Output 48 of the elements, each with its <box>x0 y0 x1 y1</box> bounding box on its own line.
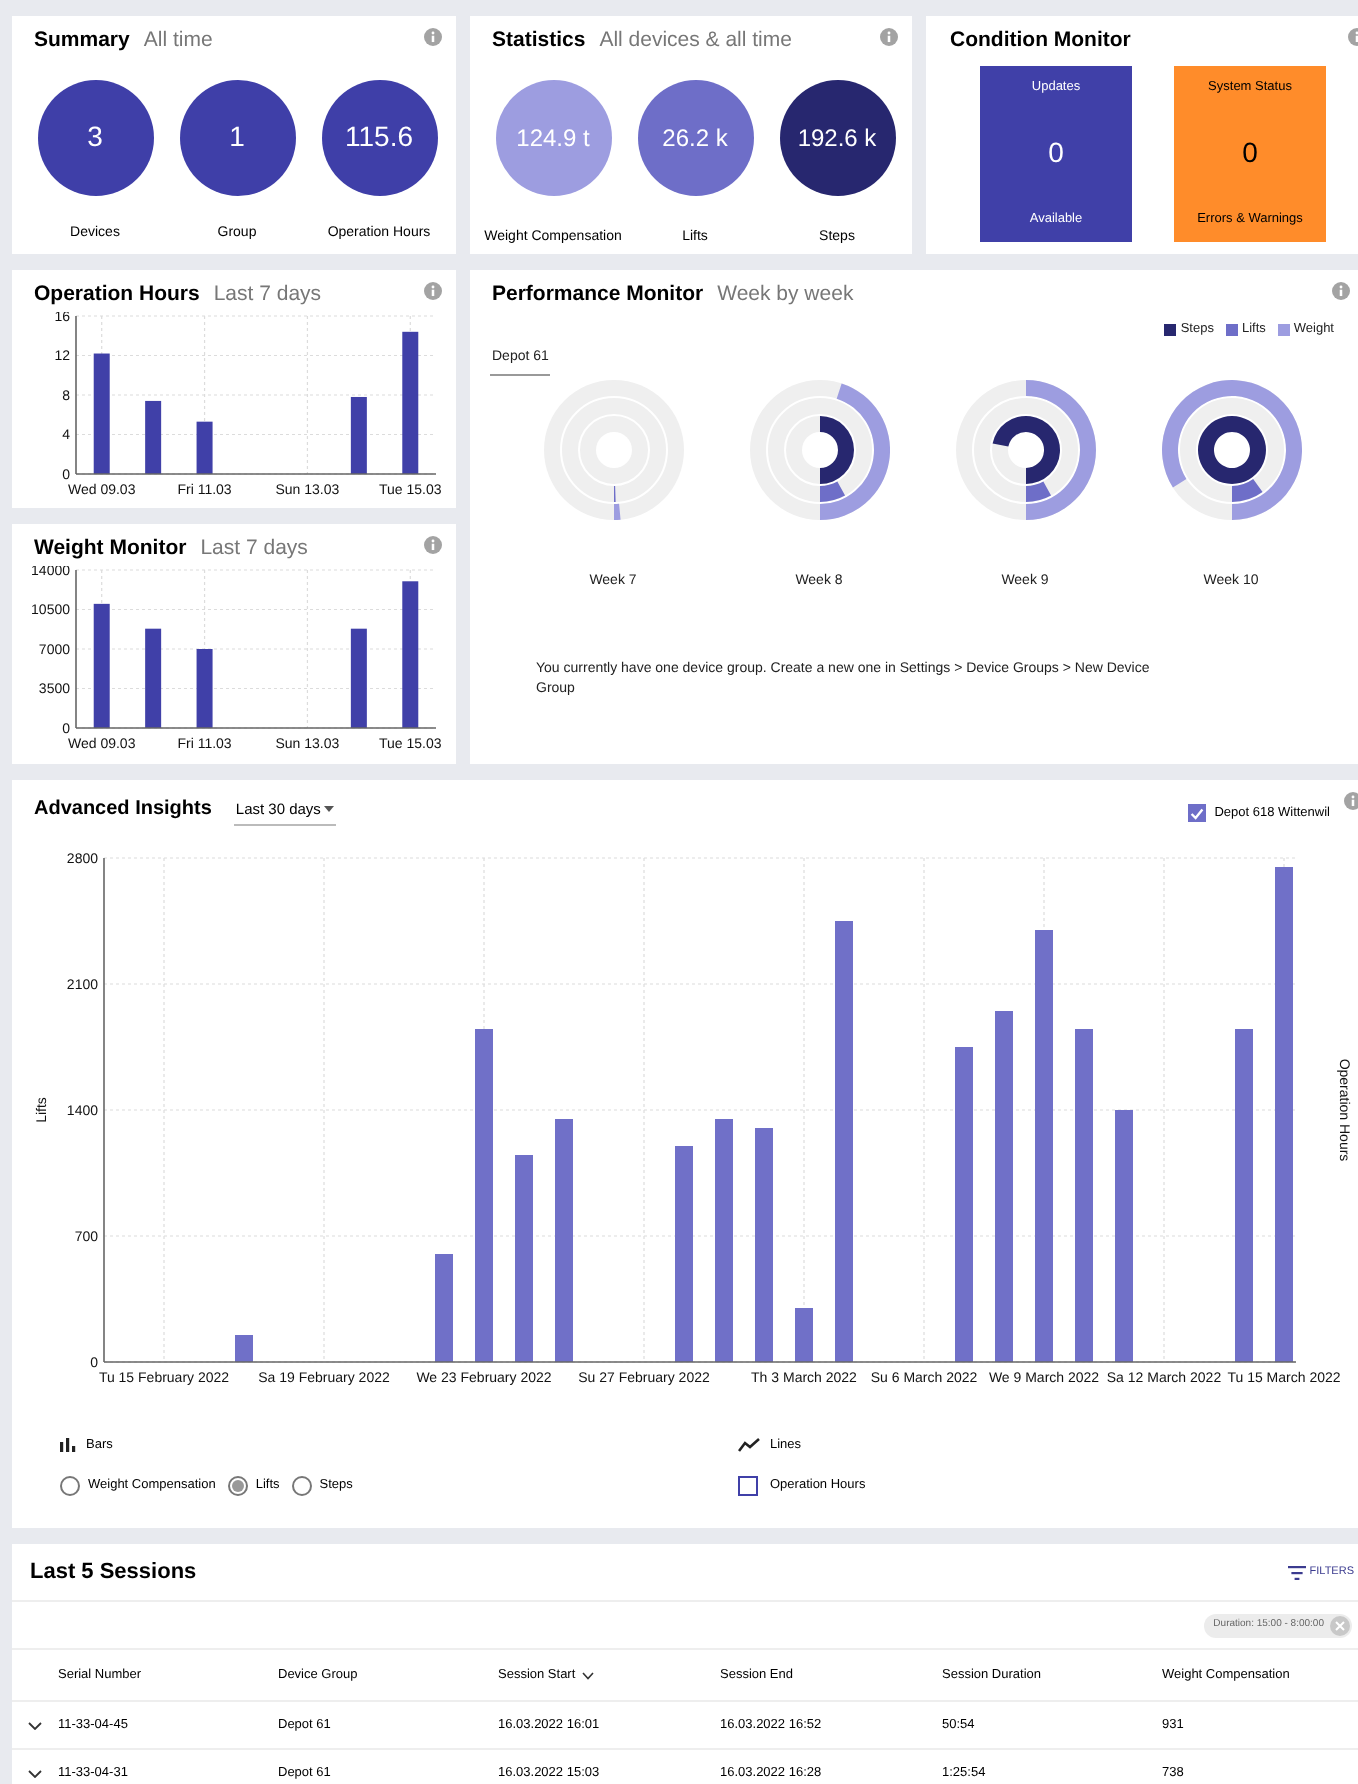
ring-chart <box>1161 380 1301 521</box>
chart-bar <box>235 1335 253 1362</box>
card-subtitle: Last 7 days <box>200 534 308 564</box>
chart-bar <box>350 628 367 728</box>
checkbox[interactable] <box>738 1475 758 1496</box>
chart-bar <box>196 649 213 728</box>
card-title: Last 5 Sessions <box>30 1557 197 1588</box>
card-title: Summary <box>34 26 130 56</box>
radio-button[interactable] <box>291 1475 312 1496</box>
chevron-down-icon[interactable] <box>28 1721 42 1729</box>
card-title: Advanced Insights <box>34 796 212 824</box>
ring-chart <box>955 380 1095 521</box>
chart-bar <box>145 628 162 728</box>
card-title: Operation Hours <box>34 280 200 310</box>
caret-icon <box>324 806 335 812</box>
card-subtitle: All time <box>143 26 213 56</box>
chart-bar <box>402 331 419 474</box>
info-icon[interactable] <box>424 28 442 46</box>
chevron-down-icon[interactable] <box>28 1769 42 1777</box>
ring-chart <box>749 380 889 521</box>
info-icon[interactable] <box>880 28 898 46</box>
close-icon[interactable] <box>1330 1615 1350 1635</box>
card-title: Performance Monitor <box>492 280 704 310</box>
tile-value: 0 <box>1242 134 1258 173</box>
radio-button[interactable] <box>60 1475 80 1496</box>
filter-icon <box>1287 1565 1306 1579</box>
info-icon[interactable] <box>424 282 442 300</box>
chart-bar <box>795 1308 813 1362</box>
info-icon[interactable] <box>424 536 442 554</box>
chart-bar <box>93 353 110 474</box>
card-title: Weight Monitor <box>34 534 187 564</box>
card-subtitle: All devices & all time <box>599 26 792 56</box>
card-title: Condition Monitor <box>950 26 1131 56</box>
tile-value: 0 <box>1048 134 1064 173</box>
chart-bar <box>350 397 367 474</box>
chart-bar <box>196 421 213 474</box>
line-chart-icon <box>738 1438 760 1453</box>
chart-bar <box>93 603 110 728</box>
ring-chart <box>543 380 683 521</box>
radio-button[interactable] <box>227 1475 248 1496</box>
chart-bar <box>145 400 162 474</box>
info-icon[interactable] <box>1332 282 1350 300</box>
card-subtitle: Week by week <box>717 280 854 310</box>
bar-chart-icon <box>60 1438 76 1453</box>
info-icon[interactable] <box>1344 792 1358 810</box>
card-title: Statistics <box>492 26 586 56</box>
card-subtitle: Last 7 days <box>213 280 322 310</box>
chart-bar <box>435 1254 453 1362</box>
